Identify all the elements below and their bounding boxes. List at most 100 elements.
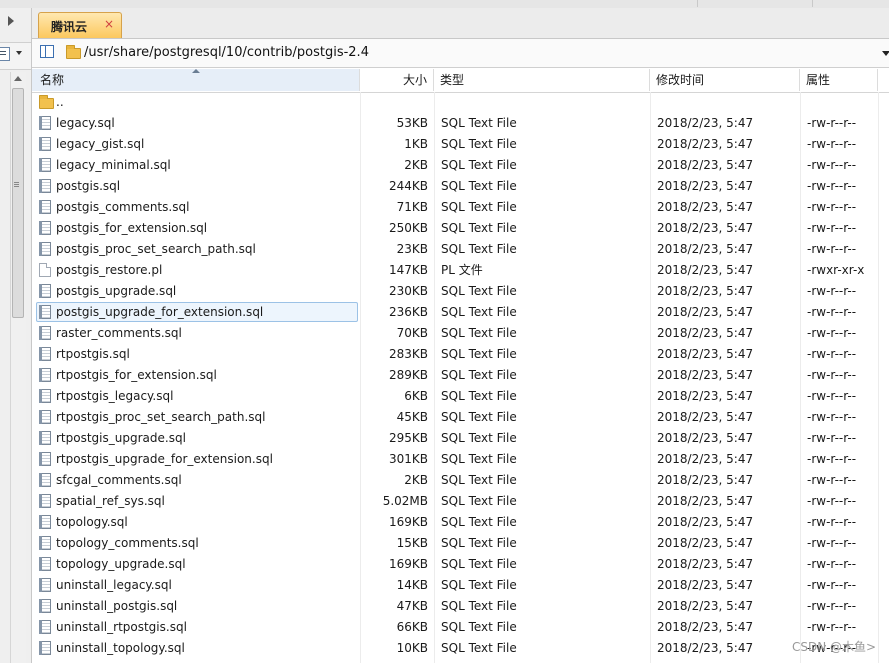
- table-row[interactable]: raster_comments.sql 70KB SQL Text File 2018…: [32, 323, 889, 344]
- file-modified: 2018/2/23, 5:47: [657, 578, 754, 592]
- table-row[interactable]: uninstall_postgis.sql 47KB SQL Text File 20…: [32, 596, 889, 617]
- file-modified: 2018/2/23, 5:47: [657, 179, 754, 193]
- column-header-modified[interactable]: 修改时间: [650, 69, 800, 91]
- table-row[interactable]: postgis_comments.sql 71KB SQL Text File 201…: [32, 197, 889, 218]
- file-size: 230KB: [388, 284, 428, 298]
- file-attributes: -rw-r--r--: [807, 305, 857, 319]
- file-attributes: -rw-r--r--: [807, 494, 857, 508]
- sql-file-icon: [39, 536, 51, 550]
- file-attributes: -rw-r--r--: [807, 284, 857, 298]
- expand-arrow-icon[interactable]: [8, 16, 14, 26]
- file-name: postgis_proc_set_search_path.sql: [56, 242, 256, 256]
- sql-file-icon: [39, 641, 51, 655]
- file-name: postgis_upgrade_for_extension.sql: [56, 305, 264, 319]
- file-modified: 2018/2/23, 5:47: [657, 284, 754, 298]
- left-scrollbar[interactable]: [10, 72, 26, 663]
- table-row[interactable]: postgis_proc_set_search_path.sql 23KB SQL …: [32, 239, 889, 260]
- file-modified: 2018/2/23, 5:47: [657, 347, 754, 361]
- table-row[interactable]: uninstall_rtpostgis.sql 66KB SQL Text File…: [32, 617, 889, 638]
- table-row[interactable]: postgis_upgrade_for_extension.sql 236KB SQ…: [32, 302, 889, 323]
- table-row[interactable]: topology_upgrade.sql 169KB SQL Text File 20…: [32, 554, 889, 575]
- file-attributes: -rw-r--r--: [807, 116, 857, 130]
- file-name: uninstall_rtpostgis.sql: [56, 620, 187, 634]
- table-row[interactable]: uninstall_topology.sql 10KB SQL Text File 2…: [32, 638, 889, 659]
- table-row[interactable]: topology_comments.sql 15KB SQL Text File 20…: [32, 533, 889, 554]
- sql-file-icon: [39, 410, 51, 424]
- column-header-type[interactable]: 类型: [434, 69, 650, 91]
- file-size: 53KB: [396, 116, 428, 130]
- file-modified: 2018/2/23, 5:47: [657, 515, 754, 529]
- file-modified: 2018/2/23, 5:47: [657, 536, 754, 550]
- file-attributes: -rw-r--r--: [807, 137, 857, 151]
- file-list: .. legacy.sql 53KB SQL Text File 2018/2/23, …: [32, 92, 889, 663]
- sql-file-icon: [39, 473, 51, 487]
- scroll-up-icon[interactable]: [14, 76, 22, 81]
- table-row[interactable]: postgis_upgrade.sql 230KB SQL Text File 201…: [32, 281, 889, 302]
- file-attributes: -rw-r--r--: [807, 578, 857, 592]
- table-row[interactable]: legacy_gist.sql 1KB SQL Text File 2018/2/23…: [32, 134, 889, 155]
- file-name: rtpostgis.sql: [56, 347, 130, 361]
- sql-file-icon: [39, 158, 51, 172]
- file-attributes: -rw-r--r--: [807, 389, 857, 403]
- path-input[interactable]: [84, 45, 844, 60]
- table-row[interactable]: postgis_for_extension.sql 250KB SQL Text F…: [32, 218, 889, 239]
- file-name: uninstall_postgis.sql: [56, 599, 178, 613]
- table-row[interactable]: postgis_restore.pl 147KB PL 文件 2018/2/23, 5…: [32, 260, 889, 281]
- column-header: 名称 大小 类型 修改时间 属性: [32, 69, 889, 93]
- close-icon[interactable]: ×: [104, 17, 114, 31]
- file-name: uninstall_legacy.sql: [56, 578, 172, 592]
- sql-file-icon: [39, 242, 51, 256]
- file-size: 2KB: [404, 158, 428, 172]
- file-type: SQL Text File: [441, 158, 517, 172]
- file-size: 10KB: [396, 641, 428, 655]
- column-header-size[interactable]: 大小: [360, 69, 434, 91]
- table-row[interactable]: uninstall_legacy.sql 14KB SQL Text File 201…: [32, 575, 889, 596]
- chevron-down-icon[interactable]: [882, 51, 889, 56]
- file-attributes: -rw-r--r--: [807, 326, 857, 340]
- table-row[interactable]: postgis.sql 244KB SQL Text File 2018/2/23, …: [32, 176, 889, 197]
- tab-tencent-cloud[interactable]: 腾讯云 ×: [38, 12, 122, 38]
- file-type: SQL Text File: [441, 200, 517, 214]
- table-row[interactable]: rtpostgis_upgrade.sql 295KB SQL Text File 2…: [32, 428, 889, 449]
- file-modified: 2018/2/23, 5:47: [657, 221, 754, 235]
- file-type: SQL Text File: [441, 242, 517, 256]
- sql-file-icon: [39, 368, 51, 382]
- file-type: SQL Text File: [441, 368, 517, 382]
- file-modified: 2018/2/23, 5:47: [657, 431, 754, 445]
- column-header-name[interactable]: 名称: [32, 69, 360, 91]
- file-type: SQL Text File: [441, 578, 517, 592]
- table-row[interactable]: sfcgal_comments.sql 2KB SQL Text File 2018/…: [32, 470, 889, 491]
- file-size: 169KB: [388, 557, 428, 571]
- table-row[interactable]: rtpostgis_legacy.sql 6KB SQL Text File 2018…: [32, 386, 889, 407]
- file-type: SQL Text File: [441, 515, 517, 529]
- list-view-icon[interactable]: [0, 47, 10, 61]
- file-name: rtpostgis_proc_set_search_path.sql: [56, 410, 266, 424]
- column-header-overflow[interactable]: [878, 69, 889, 91]
- file-attributes: -rw-r--r--: [807, 431, 857, 445]
- file-attributes: -rw-r--r--: [807, 158, 857, 172]
- column-header-attributes[interactable]: 属性: [800, 69, 878, 91]
- table-row[interactable]: spatial_ref_sys.sql 5.02MB SQL Text File 20…: [32, 491, 889, 512]
- table-row[interactable]: ..: [32, 92, 889, 113]
- ghost-tab: [812, 0, 889, 7]
- panel-toggle-icon[interactable]: [40, 45, 54, 58]
- sort-ascending-icon: [192, 69, 200, 73]
- file-attributes: -rw-r--r--: [807, 536, 857, 550]
- file-size: 147KB: [388, 263, 428, 277]
- chevron-down-icon[interactable]: [16, 51, 22, 55]
- table-row[interactable]: legacy_minimal.sql 2KB SQL Text File 2018/2…: [32, 155, 889, 176]
- scrollbar-thumb[interactable]: [12, 88, 24, 318]
- table-row[interactable]: legacy.sql 53KB SQL Text File 2018/2/23, 5:…: [32, 113, 889, 134]
- file-name: postgis_for_extension.sql: [56, 221, 208, 235]
- table-row[interactable]: rtpostgis_proc_set_search_path.sql 45KB SQ…: [32, 407, 889, 428]
- file-type: SQL Text File: [441, 410, 517, 424]
- table-row[interactable]: rtpostgis.sql 283KB SQL Text File 2018/2/23…: [32, 344, 889, 365]
- file-name: topology_upgrade.sql: [56, 557, 186, 571]
- file-size: 14KB: [396, 578, 428, 592]
- table-row[interactable]: topology.sql 169KB SQL Text File 2018/2/23,…: [32, 512, 889, 533]
- table-row[interactable]: rtpostgis_for_extension.sql 289KB SQL Text…: [32, 365, 889, 386]
- sql-file-icon: [39, 284, 51, 298]
- file-name: topology_comments.sql: [56, 536, 199, 550]
- file-size: [360, 92, 428, 113]
- table-row[interactable]: rtpostgis_upgrade_for_extension.sql 301KB…: [32, 449, 889, 470]
